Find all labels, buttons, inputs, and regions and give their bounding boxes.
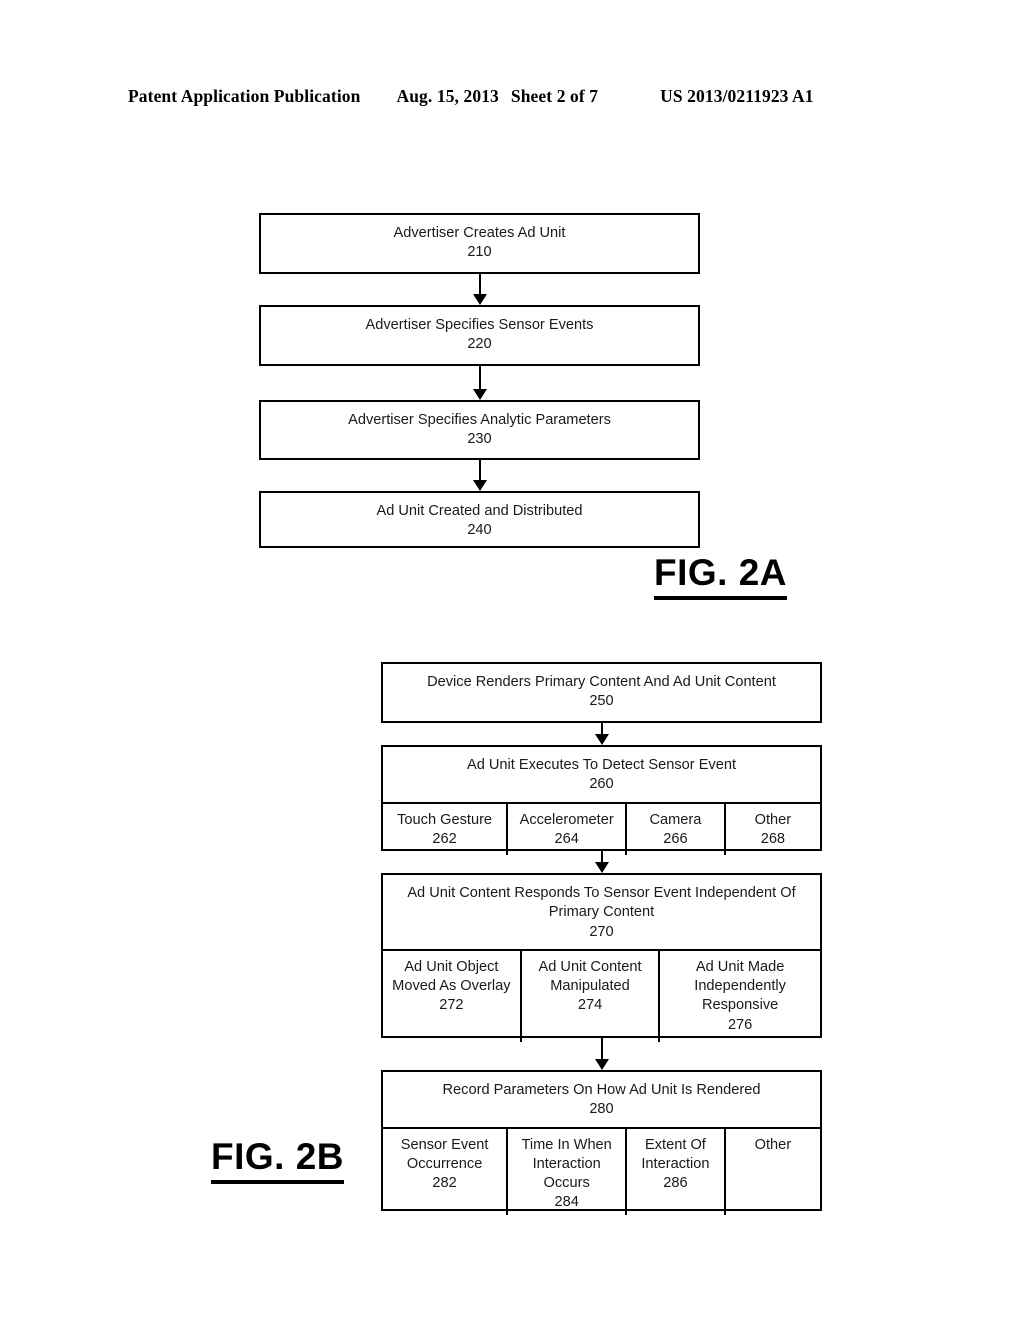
flow-box-240-text: Ad Unit Created and Distributed 240 xyxy=(261,493,698,548)
header-publication-label: Patent Application Publication xyxy=(128,86,361,106)
figure-2a-label: FIG. 2A xyxy=(654,552,788,600)
flow-box-240-title: Ad Unit Created and Distributed xyxy=(376,503,583,519)
figure-2b-label: FIG. 2B xyxy=(211,1136,345,1184)
flow-box-230-text: Advertiser Specifies Analytic Parameters… xyxy=(261,402,698,457)
flow-box-270-ref: 270 xyxy=(589,923,614,940)
flow-box-270-text: Ad Unit Content Responds To Sensor Event… xyxy=(383,875,820,949)
arrow-220-to-230 xyxy=(473,366,487,400)
subcell-284-ref: 284 xyxy=(554,1194,579,1211)
flow-box-250: Device Renders Primary Content And Ad Un… xyxy=(381,662,822,723)
subcell-284-title: Time In When Interaction Occurs xyxy=(521,1136,612,1192)
subcell-284: Time In When Interaction Occurs 284 xyxy=(506,1128,625,1215)
flow-box-260-text: Ad Unit Executes To Detect Sensor Event … xyxy=(383,747,820,802)
header-sheet-label: Sheet 2 of 7 xyxy=(510,86,599,106)
flow-box-220-text: Advertiser Specifies Sensor Events 220 xyxy=(261,307,698,362)
flow-box-270-subrow: Ad Unit Object Moved As Overlay 272 Ad U… xyxy=(383,948,820,1042)
flow-box-280: Record Parameters On How Ad Unit Is Rend… xyxy=(381,1070,822,1215)
flow-box-250-title: Device Renders Primary Content And Ad Un… xyxy=(427,674,776,690)
arrow-210-to-220 xyxy=(473,274,487,305)
flow-box-240-ref: 240 xyxy=(467,522,492,539)
subcell-282: Sensor Event Occurrence 282 xyxy=(383,1129,506,1215)
flow-box-280-text: Record Parameters On How Ad Unit Is Rend… xyxy=(383,1072,820,1127)
subcell-264: Accelerometer 264 xyxy=(506,803,625,855)
subcell-268-title: Other xyxy=(754,811,792,828)
subcell-other-280: Other xyxy=(723,1128,820,1215)
subcell-266-title: Camera xyxy=(649,811,702,828)
flow-box-260-title: Ad Unit Executes To Detect Sensor Event xyxy=(466,757,737,773)
subcell-268: Other 268 xyxy=(723,803,820,855)
flow-box-250-text: Device Renders Primary Content And Ad Un… xyxy=(383,664,820,719)
subcell-274: Ad Unit Content Manipulated 274 xyxy=(519,950,659,1042)
subcell-282-ref: 282 xyxy=(432,1175,457,1191)
subcell-276-ref: 276 xyxy=(727,1016,753,1033)
subcell-268-ref: 268 xyxy=(760,830,786,847)
flow-box-270-title: Ad Unit Content Responds To Sensor Event… xyxy=(407,885,796,921)
subcell-266-ref: 266 xyxy=(663,830,688,847)
subcell-264-title: Accelerometer xyxy=(519,811,614,828)
subcell-272: Ad Unit Object Moved As Overlay 272 xyxy=(383,951,520,1042)
subcell-262-title: Touch Gesture xyxy=(397,811,493,828)
subcell-272-title: Ad Unit Object Moved As Overlay xyxy=(392,958,511,994)
flow-box-230: Advertiser Specifies Analytic Parameters… xyxy=(259,400,700,460)
flow-box-260-ref: 260 xyxy=(589,776,614,793)
flow-box-280-ref: 280 xyxy=(589,1101,614,1118)
flow-box-230-title: Advertiser Specifies Analytic Parameters xyxy=(348,412,611,428)
flow-box-210: Advertiser Creates Ad Unit 210 xyxy=(259,213,700,274)
flow-box-270: Ad Unit Content Responds To Sensor Event… xyxy=(381,873,822,1042)
subcell-276: Ad Unit Made Independently Responsive 27… xyxy=(658,950,820,1042)
subcell-other-280-title: Other xyxy=(754,1136,792,1153)
page-header: Patent Application Publication Aug. 15, 2… xyxy=(0,86,1024,107)
flow-box-250-ref: 250 xyxy=(589,693,614,710)
arrow-250-to-260 xyxy=(595,723,609,745)
subcell-274-ref: 274 xyxy=(577,997,603,1014)
subcell-262: Touch Gesture 262 xyxy=(383,804,506,855)
flow-box-220: Advertiser Specifies Sensor Events 220 xyxy=(259,305,700,366)
flow-box-210-text: Advertiser Creates Ad Unit 210 xyxy=(261,215,698,270)
subcell-262-ref: 262 xyxy=(432,830,457,847)
arrow-230-to-240 xyxy=(473,460,487,491)
flow-box-220-title: Advertiser Specifies Sensor Events xyxy=(365,317,594,333)
subcell-266: Camera 266 xyxy=(625,803,724,855)
flow-box-260-subrow: Touch Gesture 262 Accelerometer 264 Came… xyxy=(383,801,820,855)
flow-box-230-ref: 230 xyxy=(467,431,492,448)
subcell-276-title: Ad Unit Made Independently Responsive xyxy=(694,958,786,1014)
subcell-286-ref: 286 xyxy=(663,1175,688,1191)
header-publication-number: US 2013/0211923 A1 xyxy=(660,86,814,106)
flow-box-280-subrow: Sensor Event Occurrence 282 Time In When… xyxy=(383,1126,820,1215)
flow-box-260: Ad Unit Executes To Detect Sensor Event … xyxy=(381,745,822,855)
subcell-286: Extent Of Interaction 286 xyxy=(625,1128,724,1215)
subcell-274-title: Ad Unit Content Manipulated xyxy=(538,958,642,994)
flow-box-210-ref: 210 xyxy=(467,244,492,261)
subcell-282-title: Sensor Event Occurrence xyxy=(400,1136,489,1172)
subcell-286-title: Extent Of Interaction xyxy=(641,1136,710,1172)
flow-box-210-title: Advertiser Creates Ad Unit xyxy=(393,225,566,241)
arrow-260-to-270 xyxy=(595,851,609,873)
flow-box-280-title: Record Parameters On How Ad Unit Is Rend… xyxy=(442,1082,761,1098)
header-date-label: Aug. 15, 2013 xyxy=(396,86,499,106)
flow-box-240: Ad Unit Created and Distributed 240 xyxy=(259,491,700,548)
subcell-264-ref: 264 xyxy=(554,830,579,847)
subcell-272-ref: 272 xyxy=(439,997,464,1014)
arrow-270-to-280 xyxy=(595,1038,609,1070)
flow-box-220-ref: 220 xyxy=(467,336,492,353)
